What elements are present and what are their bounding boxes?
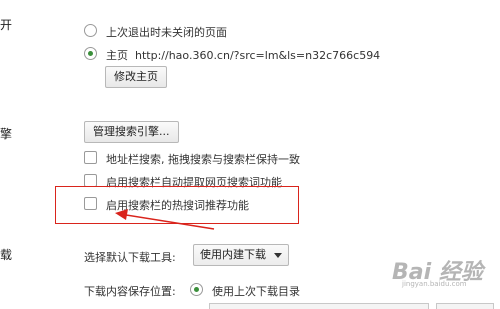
default-download-tool-select[interactable]: 使用内建下载 (193, 244, 289, 266)
chevron-down-icon (274, 253, 282, 258)
default-download-tool-value: 使用内建下载 (200, 248, 266, 261)
baidu-watermark-url: jingyan.baidu.com (402, 280, 467, 288)
save-location-label: 下载内容保存位置: (84, 285, 176, 298)
save-path-input[interactable] (209, 303, 429, 309)
browse-button[interactable] (436, 303, 494, 309)
default-download-tool-label: 选择默认下载工具: (84, 251, 176, 264)
download-section-label: 载 (0, 248, 13, 262)
radio-last-directory-label: 使用上次下载目录 (212, 285, 300, 298)
radio-last-directory[interactable] (190, 283, 203, 296)
